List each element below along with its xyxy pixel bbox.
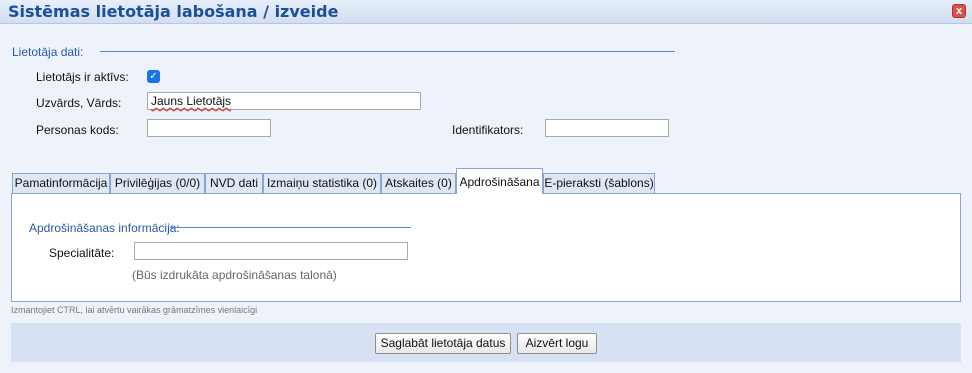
user-data-divider	[100, 51, 675, 52]
tab-pamatinformacija[interactable]: Pamatinformācija	[12, 173, 110, 194]
active-checkbox[interactable]: ✓	[147, 70, 160, 83]
specialty-input[interactable]	[134, 242, 408, 260]
personal-code-label: Personas kods:	[36, 123, 119, 137]
identifier-label: Identifikators:	[452, 123, 524, 137]
title-bar: Sistēmas lietotāja labošana / izveide x	[0, 0, 972, 24]
identifier-input[interactable]	[545, 119, 669, 137]
tab-atskaites[interactable]: Atskaites (0)	[381, 173, 456, 194]
user-data-legend: Lietotāja dati:	[12, 45, 84, 59]
tab-apdrosinasana[interactable]: Apdrošināšana	[456, 168, 543, 194]
name-value: Jauns Lietotājs	[151, 94, 232, 108]
ctrl-hint: Izmantojiet CTRL, lai atvērtu vairākas g…	[11, 305, 258, 315]
personal-code-input[interactable]	[147, 119, 271, 137]
specialty-hint: (Būs izdrukāta apdrošināšanas talonā)	[132, 268, 337, 282]
tab-nvd-dati[interactable]: NVD dati	[205, 173, 263, 194]
tab-privilegijas[interactable]: Privilēģijas (0/0)	[110, 173, 205, 194]
close-window-button[interactable]: Aizvērt logu	[517, 333, 597, 354]
specialty-label: Specialitāte:	[49, 246, 115, 260]
save-button[interactable]: Saglabāt lietotāja datus	[375, 333, 511, 354]
insurance-legend: Apdrošināšanas informācija:	[29, 221, 180, 235]
tab-izmainu-statistika[interactable]: Izmaiņu statistika (0)	[263, 173, 381, 194]
name-input[interactable]: Jauns Lietotājs	[147, 92, 421, 110]
close-icon[interactable]: x	[952, 4, 966, 18]
window-title: Sistēmas lietotāja labošana / izveide	[8, 2, 339, 21]
name-label: Uzvārds, Vārds:	[36, 96, 122, 110]
active-label: Lietotājs ir aktīvs:	[36, 70, 129, 84]
insurance-divider	[170, 227, 411, 228]
tab-e-pieraksti[interactable]: E-pieraksti (šablons)	[543, 173, 655, 194]
